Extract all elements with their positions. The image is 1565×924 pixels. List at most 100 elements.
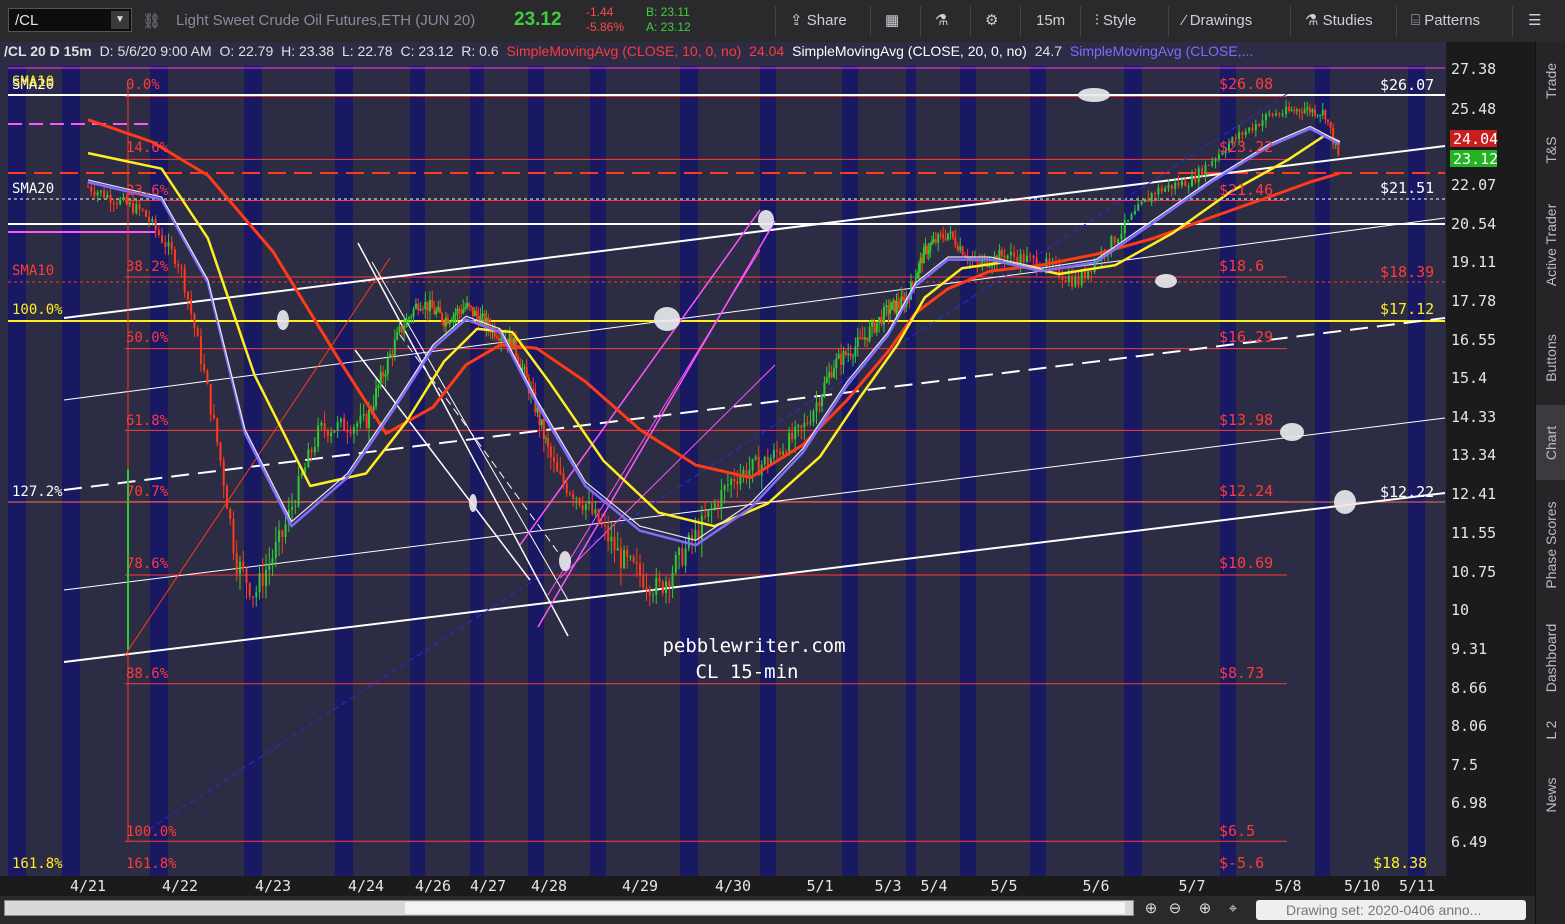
candle-body <box>684 548 687 566</box>
candle-body <box>180 266 183 268</box>
drawings-label: Drawings <box>1189 12 1253 29</box>
timeframe-button[interactable]: 15m <box>1036 0 1065 42</box>
flexible-grid-button[interactable]: ▦ <box>885 0 899 42</box>
chart-scrollbar[interactable] <box>4 900 1134 916</box>
sma10-label[interactable]: SimpleMovingAvg (CLOSE, 10, 0, no) <box>507 43 742 59</box>
candle-body <box>222 461 225 487</box>
candle-body <box>274 542 277 558</box>
marker-oval-2 <box>654 307 680 331</box>
candle-body <box>469 305 472 307</box>
candle-body <box>437 307 440 311</box>
tab-time-sales[interactable]: T&S <box>1536 120 1565 180</box>
left-label-2: 100.0% <box>12 302 63 318</box>
price-change: -1.44 -5.86% <box>586 5 624 35</box>
candle-body <box>349 432 352 434</box>
date-tick-6: 4/28 <box>531 877 567 895</box>
candle-body <box>405 319 408 328</box>
price-tick-17: 7.5 <box>1451 756 1478 774</box>
link-icon[interactable]: ⛓ <box>142 12 161 30</box>
chart-area[interactable]: 0.0% 14.6% 23.6% 38.2% 50.0% 61.8% 70.7% 78.6% 8… <box>0 42 1535 900</box>
zoom-in-icon[interactable]: ⊕ <box>1142 900 1160 918</box>
share-button[interactable]: ⇪ Share <box>790 0 847 42</box>
candle-body <box>443 321 445 327</box>
candle-body <box>225 486 228 509</box>
candle-body <box>778 451 781 455</box>
candle-body <box>674 555 677 573</box>
session-band-8 <box>590 66 606 876</box>
fib-left-label-8: 88.6% <box>126 666 169 682</box>
price-tick-13: 10 <box>1451 601 1469 619</box>
tab-dashboard[interactable]: Dashboard <box>1536 610 1565 705</box>
crosshair-icon[interactable]: ⌖ <box>1224 900 1242 918</box>
session-band-7 <box>528 66 544 876</box>
candle-body <box>1211 161 1214 166</box>
date-tick-7: 4/29 <box>622 877 658 895</box>
lab-button[interactable]: ⚗ <box>935 0 948 42</box>
right-label-4: $12.22 <box>1380 483 1434 501</box>
candle-body <box>1308 107 1311 113</box>
candle-body <box>878 317 881 323</box>
candle-body <box>164 242 167 247</box>
style-icon: ⫶ <box>1095 12 1099 29</box>
studies-button[interactable]: ⚗ Studies <box>1305 0 1373 42</box>
drawing-set-select[interactable]: Drawing set: 2020-0406 anno... <box>1256 900 1526 920</box>
candle-body <box>678 548 681 556</box>
price-tick-10: 12.41 <box>1451 485 1496 503</box>
flask-studies-icon: ⚗ <box>1305 12 1319 29</box>
candle-body <box>1071 276 1074 287</box>
drawings-button[interactable]: ⁄ Drawings <box>1183 0 1252 42</box>
sma-other-label[interactable]: SimpleMovingAvg (CLOSE,... <box>1070 43 1253 59</box>
patterns-icon: ⌸ <box>1411 12 1421 29</box>
price-tick-4: 19.11 <box>1451 253 1496 271</box>
symbol-dropdown-icon[interactable]: ▼ <box>111 11 129 29</box>
candle-body <box>1329 121 1332 128</box>
candle-body <box>444 317 447 327</box>
candle-body <box>379 372 382 386</box>
candle-body <box>1241 132 1244 136</box>
tab-chart[interactable]: Chart <box>1536 405 1565 480</box>
candle-body <box>937 234 940 243</box>
candle-body <box>866 337 869 341</box>
candle-body <box>885 305 888 308</box>
symbol-input[interactable]: /CL ▼ <box>8 8 132 32</box>
price-chart[interactable]: 0.0% 14.6% 23.6% 38.2% 50.0% 61.8% 70.7% 78.6% 8… <box>0 42 1535 900</box>
zoom-out-icon[interactable]: ⊖ <box>1166 900 1184 918</box>
candle-body <box>616 548 619 551</box>
tab-level-2[interactable]: L 2 <box>1536 705 1565 755</box>
candle-body <box>384 374 387 377</box>
candle-body <box>1244 131 1247 136</box>
sma20-label[interactable]: SimpleMovingAvg (CLOSE, 20, 0, no) <box>792 43 1027 59</box>
tab-trade[interactable]: Trade <box>1536 42 1565 120</box>
marker-oval-7 <box>469 494 477 512</box>
candle-body <box>466 303 469 308</box>
fib-right-price-5: $13.98 <box>1219 411 1273 429</box>
candle-body <box>393 339 396 356</box>
marker-oval-4 <box>1155 274 1177 288</box>
candle-body <box>1003 255 1006 259</box>
candle-body <box>1321 110 1324 116</box>
menu-button[interactable]: ☰ <box>1528 0 1541 42</box>
candle-body <box>268 563 271 570</box>
zoom-reset-icon[interactable]: ⊕ <box>1196 900 1214 918</box>
tab-active-trader[interactable]: Active Trader <box>1536 180 1565 310</box>
pencil-icon: ⁄ <box>1183 12 1186 29</box>
style-button[interactable]: ⫶ Style <box>1095 0 1136 42</box>
tab-news[interactable]: News <box>1536 755 1565 835</box>
right-label-3: $17.12 <box>1380 300 1434 318</box>
settings-button[interactable]: ⚙ <box>985 0 998 42</box>
candle-body <box>559 471 562 474</box>
candle-body <box>1207 164 1210 166</box>
candle-body <box>626 549 629 558</box>
candle-body <box>806 422 809 424</box>
scrollbar-thumb[interactable] <box>405 902 1125 914</box>
right-label-1: $21.51 <box>1380 179 1434 197</box>
tab-phase-scores[interactable]: Phase Scores <box>1536 480 1565 610</box>
grid-icon: ▦ <box>885 12 900 29</box>
patterns-button[interactable]: ⌸ Patterns <box>1411 0 1480 42</box>
candle-body <box>772 449 775 459</box>
candle-body <box>1184 180 1187 187</box>
candle-body <box>730 478 733 486</box>
tab-buttons[interactable]: Buttons <box>1536 310 1565 405</box>
candle-body <box>375 388 378 407</box>
candle-body <box>446 317 449 324</box>
